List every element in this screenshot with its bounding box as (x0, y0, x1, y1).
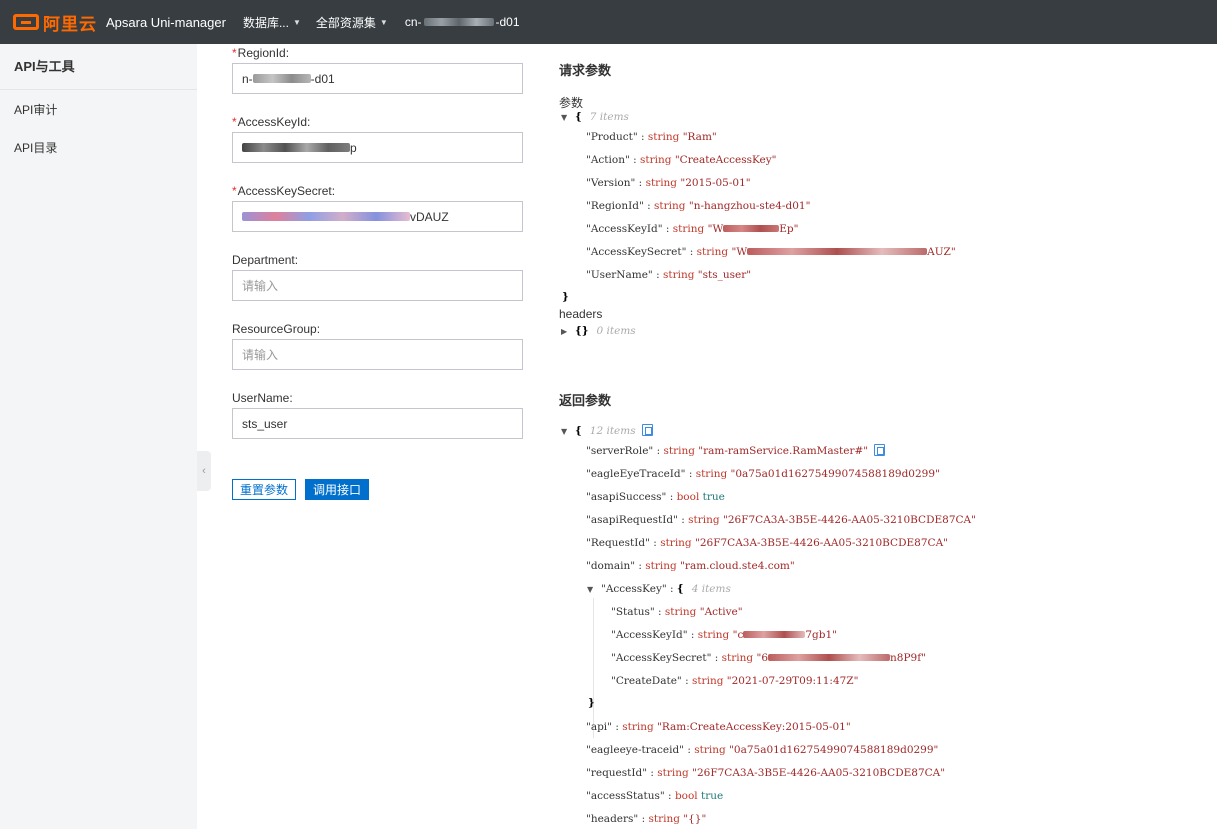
field-resourcegroup: ResourceGroup: 请输入 (232, 320, 523, 370)
aliyun-logo[interactable]: 阿里云 (13, 0, 97, 44)
json-row: "Action" : string "CreateAccessKey" (586, 154, 777, 166)
department-input[interactable]: 请输入 (232, 270, 523, 301)
headers-label: headers (559, 307, 603, 321)
response-params-title: 返回参数 (559, 393, 612, 408)
params-label: 参数 (559, 96, 584, 110)
json-row: "Product" : string "Ram" (586, 131, 717, 143)
json-row: "AccessKeyId" : string "c 7gb1" (611, 629, 837, 641)
redacted-value (768, 654, 891, 661)
json-row: "RequestId" : string "26F7CA3A-3B5E-4426… (586, 537, 948, 549)
json-row: "Version" : string "2015-05-01" (586, 177, 751, 189)
username-input[interactable]: sts_user (232, 408, 523, 439)
logo-text: 阿里云 (43, 14, 97, 34)
redacted-value (743, 631, 806, 638)
sidebar-title: API与工具 (0, 44, 197, 90)
sidebar-item-api-catalog[interactable]: API目录 (0, 128, 197, 166)
json-row: "api" : string "Ram:CreateAccessKey:2015… (586, 721, 851, 733)
json-row: "asapiSuccess" : bool true (586, 491, 725, 503)
nav-database-label: 数据库... (242, 15, 289, 30)
accesskeyid-label: * AccessKeyId: (232, 115, 311, 129)
redacted-value (242, 143, 350, 152)
json-row: "AccessKeySecret" : string "W AUZ" (586, 246, 956, 258)
json-row: "requestId" : string "26F7CA3A-3B5E-4426… (586, 767, 946, 779)
chevron-left-icon: ‹ (202, 465, 206, 477)
field-department: Department: 请输入 (232, 251, 523, 301)
nav-resource-set-dropdown[interactable]: 全部资源集 ▼ (316, 14, 388, 31)
json-row: "domain" : string "ram.cloud.ste4.com" (586, 560, 795, 572)
sidebar-collapse-handle[interactable]: ‹ (197, 451, 211, 491)
json-row: "eagleEyeTraceId" : string "0a75a01d1627… (586, 468, 940, 480)
call-api-button[interactable]: 调用接口 (305, 479, 369, 500)
sidebar-item-api-audit[interactable]: API审计 (0, 90, 197, 128)
redacted-value (723, 225, 780, 232)
reset-params-button[interactable]: 重置参数 (232, 479, 296, 500)
copy-icon[interactable] (641, 424, 653, 436)
json-row: "AccessKeyId" : string "W Ep" (586, 223, 799, 235)
json-row: "AccessKeySecret" : string "6 n8P9f" (611, 652, 926, 664)
nav-region-selector[interactable]: cn- -d01 (405, 15, 520, 29)
regionid-input[interactable]: n- -d01 (232, 63, 523, 94)
json-row: "eagleeye-traceid" : string "0a75a01d162… (586, 744, 939, 756)
response-json-root[interactable]: ▼{12 items (561, 424, 653, 438)
chevron-down-icon: ▼ (379, 17, 388, 27)
aliyun-logo-icon (13, 14, 39, 30)
username-label: UserName: (232, 391, 293, 405)
field-username: UserName: sts_user (232, 389, 523, 439)
required-mark: * (232, 184, 237, 198)
required-mark: * (232, 115, 237, 129)
json-row: "serverRole" : string "ram-ramService.Ra… (586, 444, 886, 458)
accesskeysecret-label: * AccessKeySecret: (232, 184, 336, 198)
accesskeyid-input[interactable]: p (232, 132, 523, 163)
top-bar: 阿里云 Apsara Uni-manager 数据库... ▼ 全部资源集 ▼ … (0, 0, 1217, 44)
json-row: "Status" : string "Active" (611, 606, 743, 618)
expand-triangle-icon: ▶ (561, 327, 568, 336)
nav-resource-set-label: 全部资源集 (315, 15, 376, 30)
field-regionid: * RegionId: n- -d01 (232, 44, 523, 94)
nav-region-prefix: cn- (404, 15, 422, 29)
department-label: Department: (232, 253, 299, 267)
json-row: "headers" : string "{}" (586, 813, 707, 825)
regionid-label: * RegionId: (232, 46, 290, 60)
request-json-root[interactable]: ▼{7 items (561, 110, 629, 124)
redacted-region (423, 18, 494, 26)
nav-region-suffix: -d01 (495, 15, 520, 29)
product-name[interactable]: Apsara Uni-manager (106, 15, 226, 30)
redacted-value (242, 212, 410, 221)
json-row: "CreateDate" : string "2021-07-29T09:11:… (611, 675, 859, 687)
resourcegroup-label: ResourceGroup: (232, 322, 321, 336)
json-row: "asapiRequestId" : string "26F7CA3A-3B5E… (586, 514, 976, 526)
chevron-down-icon: ▼ (292, 17, 301, 27)
resourcegroup-input[interactable]: 请输入 (232, 339, 523, 370)
collapse-triangle-icon: ▼ (561, 113, 568, 122)
sidebar: API与工具 API审计 API目录 (0, 44, 197, 829)
redacted-value (252, 74, 311, 83)
headers-json-root[interactable]: ▶{} 0 items (561, 324, 636, 338)
required-mark: * (232, 46, 237, 60)
collapse-triangle-icon: ▼ (561, 427, 568, 436)
json-row: "RegionId" : string "n-hangzhou-ste4-d01… (586, 200, 811, 212)
json-row: "accessStatus" : bool true (586, 790, 724, 802)
accesskeysecret-input[interactable]: vDAUZ (232, 201, 523, 232)
collapse-triangle-icon: ▼ (587, 585, 594, 594)
redacted-value (747, 248, 928, 255)
nav-database-dropdown[interactable]: 数据库... ▼ (243, 14, 301, 31)
field-accesskeysecret: * AccessKeySecret: vDAUZ (232, 182, 523, 232)
accesskey-json-node[interactable]: ▼ "AccessKey" : {4 items (587, 582, 731, 596)
request-params-title: 请求参数 (559, 63, 612, 78)
copy-icon[interactable] (874, 444, 886, 456)
json-row: "UserName" : string "sts_user" (586, 269, 752, 281)
field-accesskeyid: * AccessKeyId: p (232, 113, 523, 163)
